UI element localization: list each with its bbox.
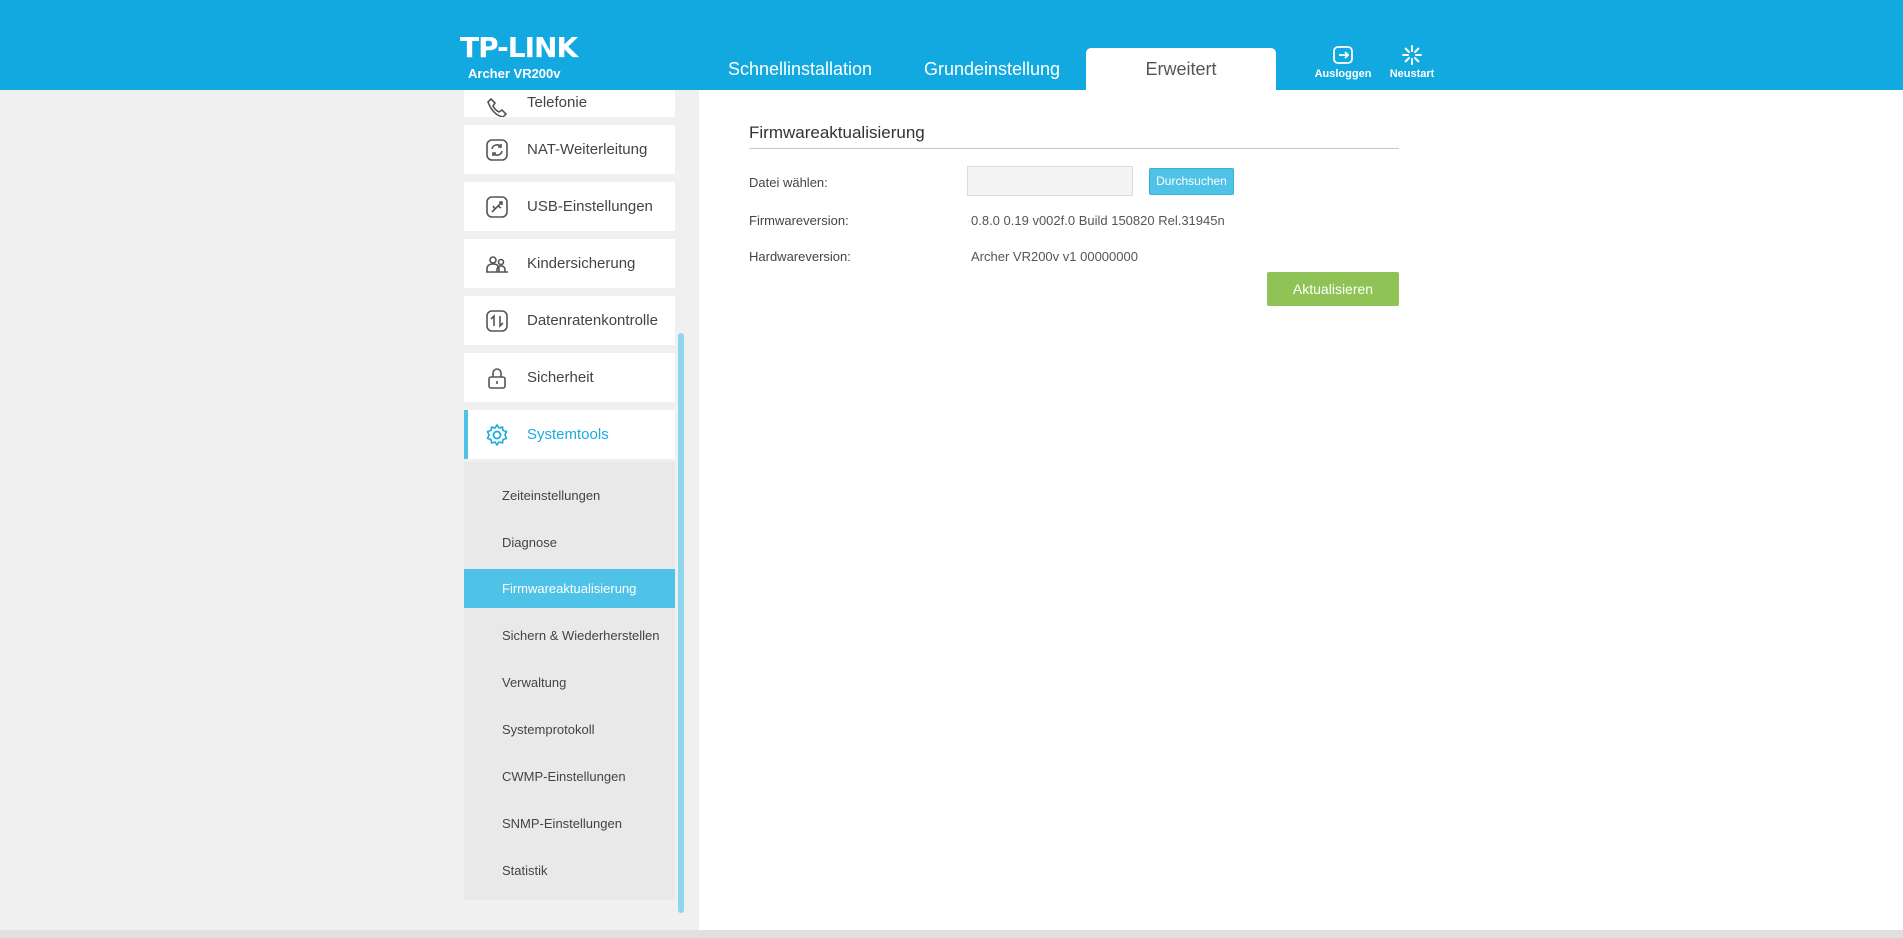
submenu-systemprotokoll[interactable]: Systemprotokoll [464,710,675,749]
sidebar-item-telefonie[interactable]: Telefonie [464,90,675,117]
tab-schnellinstallation[interactable]: Schnellinstallation [715,48,885,90]
submenu-verwaltung[interactable]: Verwaltung [464,663,675,702]
systemtools-submenu: Zeiteinstellungen Diagnose Firmwareaktua… [464,462,675,900]
submenu-statistik[interactable]: Statistik [464,851,675,890]
sidebar-item-label: NAT-Weiterleitung [527,141,648,158]
sidebar-item-label: Sicherheit [527,369,594,386]
sidebar-item-label: Datenratenkontrolle [527,312,658,329]
logout-icon [1333,46,1353,64]
sidebar-item-kindersicherung[interactable]: Kindersicherung [464,239,675,288]
sidebar-item-label: Telefonie [527,94,588,111]
hardware-version-value: Archer VR200v v1 00000000 [971,249,1138,264]
router-model: Archer VR200v [468,66,561,81]
tplink-logo: TP-LINK [460,31,578,64]
firmware-version-label: Firmwareversion: [749,213,849,228]
sidebar-item-datenratenkontrolle[interactable]: Datenratenkontrolle [464,296,675,345]
bandwidth-icon [484,308,510,334]
sidebar-item-label: Kindersicherung [527,255,636,272]
phone-icon [484,97,510,117]
restart-icon [1402,45,1422,65]
submenu-diagnose[interactable]: Diagnose [464,523,675,562]
tab-erweitert[interactable]: Erweitert [1086,48,1276,90]
sidebar-item-label: Systemtools [527,426,609,443]
logout-label: Ausloggen [1314,68,1372,80]
submenu-cwmp-einstellungen[interactable]: CWMP-Einstellungen [464,757,675,796]
browse-button[interactable]: Durchsuchen [1149,168,1234,195]
update-button[interactable]: Aktualisieren [1267,272,1399,306]
submenu-sichern-wiederherstellen[interactable]: Sichern & Wiederherstellen [464,616,675,655]
restart-label: Neustart [1389,68,1435,80]
usb-icon [484,194,510,220]
gear-icon [484,422,510,448]
title-divider [749,148,1399,149]
restart-button[interactable]: Neustart [1377,44,1447,80]
file-label: Datei wählen: [749,175,828,190]
nat-forwarding-icon [484,137,510,163]
bottom-bar [0,930,1903,938]
hardware-version-label: Hardwareversion: [749,249,851,264]
sidebar-item-nat-weiterleitung[interactable]: NAT-Weiterleitung [464,125,675,174]
lock-icon [484,365,510,391]
logout-button[interactable]: Ausloggen [1308,44,1378,80]
file-input[interactable] [967,166,1133,196]
page-title: Firmwareaktualisierung [749,123,925,142]
sidebar-item-sicherheit[interactable]: Sicherheit [464,353,675,402]
sidebar-item-systemtools[interactable]: Systemtools [464,410,675,459]
sidebar-item-usb-einstellungen[interactable]: USB-Einstellungen [464,182,675,231]
sidebar-scrollbar[interactable] [678,333,684,913]
parental-control-icon [484,251,510,277]
firmware-version-value: 0.8.0 0.19 v002f.0 Build 150820 Rel.3194… [971,213,1225,228]
main-content: Firmwareaktualisierung Datei wählen: Dur… [699,90,1903,930]
submenu-zeiteinstellungen[interactable]: Zeiteinstellungen [464,476,675,515]
top-navigation-bar: TP-LINK Archer VR200v Schnellinstallatio… [0,0,1903,90]
sidebar-item-label: USB-Einstellungen [527,198,653,215]
submenu-firmwareaktualisierung[interactable]: Firmwareaktualisierung [464,569,675,608]
submenu-snmp-einstellungen[interactable]: SNMP-Einstellungen [464,804,675,843]
tab-grundeinstellung[interactable]: Grundeinstellung [912,48,1072,90]
